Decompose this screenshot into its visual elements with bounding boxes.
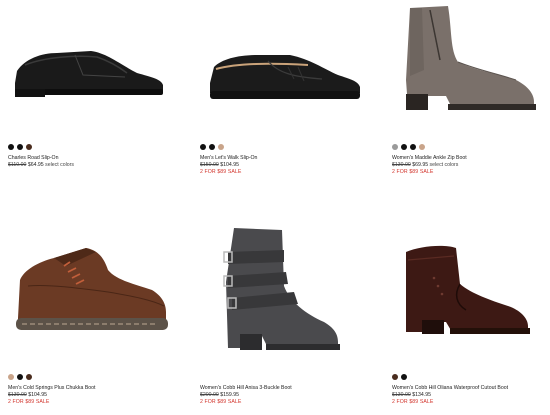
product-card[interactable]: Men's Let's Walk Slip-On $150.00 $104.95… [190, 0, 370, 200]
sale-promo: 2 FOR $89 SALE [392, 399, 434, 406]
color-swatch[interactable] [401, 374, 407, 380]
product-name[interactable]: Women's Maddie Ankle Zip Boot [392, 155, 467, 162]
product-name[interactable]: Charles Road Slip-On [8, 155, 74, 162]
product-card[interactable]: Women's Maddie Ankle Zip Boot $130.00 $6… [380, 0, 550, 200]
original-price: $200.00 [200, 392, 219, 399]
color-swatch[interactable] [218, 144, 224, 150]
original-price: $130.00 [392, 162, 411, 169]
product-price: $130.00 $69.95 select colors [392, 162, 467, 169]
color-swatch[interactable] [8, 374, 14, 380]
grey-ankle-zip-boot-icon[interactable] [388, 0, 550, 120]
black-slip-on-loafer-icon[interactable] [5, 25, 185, 105]
original-price: $130.00 [8, 392, 27, 399]
color-swatch[interactable] [410, 144, 416, 150]
sale-promo: 2 FOR $89 SALE [200, 169, 242, 176]
black-walking-slip-on-icon[interactable] [198, 25, 378, 105]
original-price: $130.00 [392, 392, 411, 399]
sale-price: $104.95 [28, 392, 47, 399]
product-name[interactable]: Men's Let's Walk Slip-On [200, 155, 257, 162]
color-swatch[interactable] [419, 144, 425, 150]
sale-promo: 2 FOR $89 SALE [392, 169, 434, 176]
sale-price: $69.95 [412, 162, 429, 169]
product-name[interactable]: Men's Cold Springs Plus Chukka Boot [8, 385, 96, 392]
sale-promo: 2 FOR $89 SALE [8, 399, 50, 406]
product-price: $130.00 $134.95 [392, 392, 508, 399]
product-card[interactable]: Women's Cobb Hill Oliana Waterproof Cuto… [380, 210, 550, 415]
sale-price: $159.95 [220, 392, 239, 399]
color-swatch[interactable] [401, 144, 407, 150]
product-price: $130.00 $104.95 [8, 392, 96, 399]
product-price: $150.00 $104.95 [200, 162, 257, 169]
product-card[interactable]: Charles Road Slip-On $110.00 $64.95 sele… [0, 0, 180, 200]
color-swatch[interactable] [8, 144, 14, 150]
color-swatch[interactable] [209, 144, 215, 150]
product-price: $200.00 $159.95 [200, 392, 292, 399]
sale-price: $104.95 [220, 162, 239, 169]
price-note: select colors [45, 162, 74, 169]
color-swatch[interactable] [392, 144, 398, 150]
color-swatches [8, 374, 32, 380]
color-swatch[interactable] [17, 374, 23, 380]
sale-price: $134.95 [412, 392, 431, 399]
product-price: $110.00 $64.95 select colors [8, 162, 74, 169]
price-note: select colors [429, 162, 459, 169]
sale-promo: 2 FOR $89 SALE [200, 399, 242, 406]
color-swatch[interactable] [17, 144, 23, 150]
color-swatches [200, 144, 224, 150]
burgundy-cutout-boot-icon[interactable] [394, 238, 550, 348]
color-swatches [392, 374, 407, 380]
product-card[interactable]: Women's Cobb Hill Anisa 3-Buckle Boot $2… [190, 210, 370, 415]
original-price: $150.00 [200, 162, 219, 169]
original-price: $110.00 [8, 162, 27, 169]
color-swatches [392, 144, 425, 150]
product-name[interactable]: Women's Cobb Hill Oliana Waterproof Cuto… [392, 385, 508, 392]
color-swatches [8, 144, 32, 150]
color-swatch[interactable] [26, 144, 32, 150]
color-swatch[interactable] [392, 374, 398, 380]
brown-chukka-boot-icon[interactable] [8, 240, 188, 340]
product-name[interactable]: Women's Cobb Hill Anisa 3-Buckle Boot [200, 385, 292, 392]
product-card[interactable]: Men's Cold Springs Plus Chukka Boot $130… [0, 210, 180, 415]
sale-price: $64.95 [27, 162, 44, 169]
color-swatch[interactable] [200, 144, 206, 150]
color-swatch[interactable] [26, 374, 32, 380]
grey-buckle-boot-icon[interactable] [210, 222, 390, 362]
